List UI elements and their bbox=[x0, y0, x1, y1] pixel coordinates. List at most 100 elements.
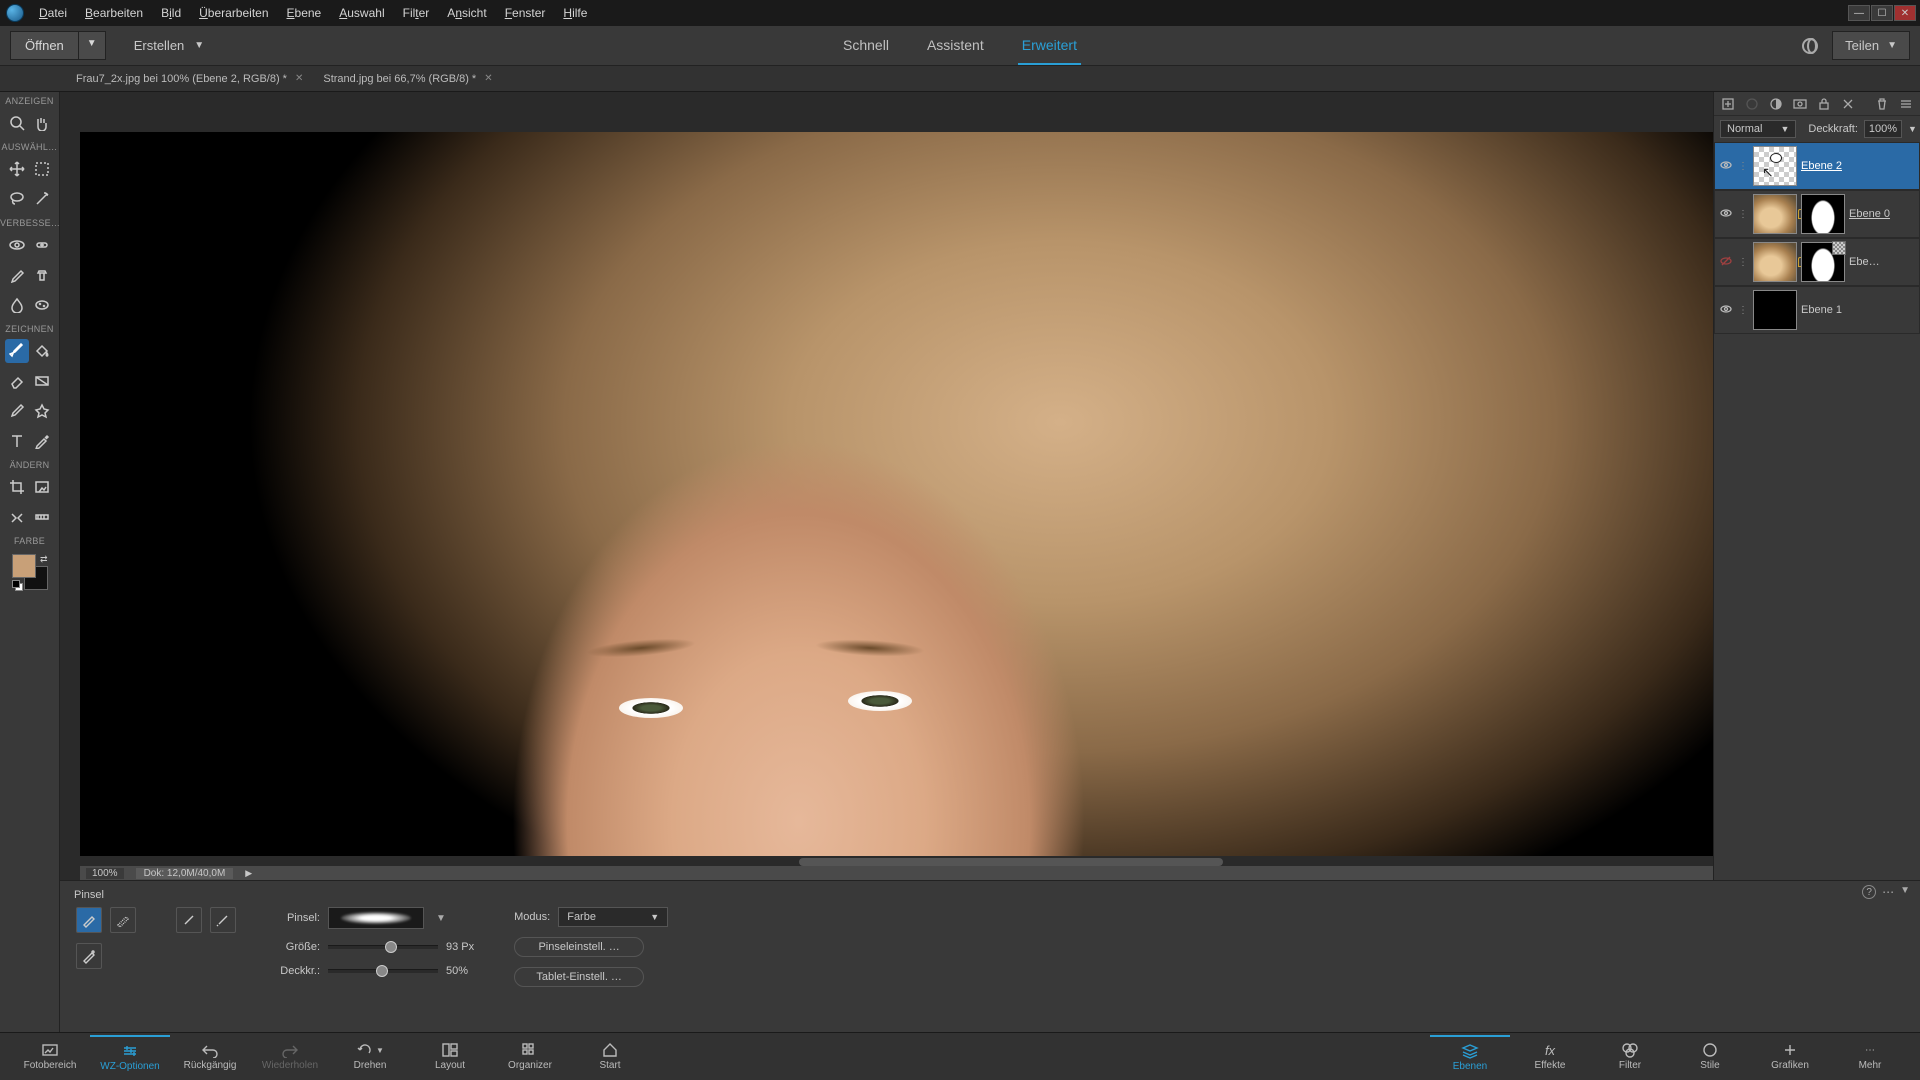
recompose-tool-icon[interactable] bbox=[30, 475, 54, 499]
globe-icon[interactable] bbox=[1802, 38, 1818, 54]
task-effekte[interactable]: fx Effekte bbox=[1510, 1035, 1590, 1079]
zoom-level[interactable]: 100% bbox=[86, 868, 124, 879]
brush-preview[interactable] bbox=[328, 907, 424, 929]
gradient-tool-icon[interactable] bbox=[30, 369, 54, 393]
window-maximize[interactable]: ☐ bbox=[1871, 5, 1893, 21]
layer-mask-thumbnail[interactable] bbox=[1801, 194, 1845, 234]
visibility-toggle-icon[interactable] bbox=[1719, 159, 1733, 174]
task-organizer[interactable]: Organizer bbox=[490, 1035, 570, 1079]
eyedropper-tool-icon[interactable] bbox=[30, 429, 54, 453]
layer-thumbnail[interactable] bbox=[1753, 242, 1797, 282]
size-value[interactable]: 93 Px bbox=[446, 941, 474, 953]
doc-tab-0[interactable]: Frau7_2x.jpg bei 100% (Ebene 2, RGB/8) *… bbox=[66, 68, 313, 90]
open-dropdown[interactable]: ▼ bbox=[79, 31, 106, 60]
layer-name[interactable]: Ebene 2 bbox=[1801, 160, 1915, 172]
task-grafiken[interactable]: Grafiken bbox=[1750, 1035, 1830, 1079]
move-tool-icon[interactable] bbox=[5, 157, 29, 181]
sponge-tool-icon[interactable] bbox=[30, 293, 54, 317]
tab-schnell[interactable]: Schnell bbox=[839, 27, 893, 65]
menu-bild[interactable]: Bild bbox=[152, 0, 190, 26]
shape-tool-icon[interactable] bbox=[30, 399, 54, 423]
clone-tool-icon[interactable] bbox=[30, 263, 54, 287]
close-tab-icon[interactable]: ✕ bbox=[484, 73, 492, 84]
window-close[interactable]: ✕ bbox=[1894, 5, 1916, 21]
layer-name[interactable]: Ebene 1 bbox=[1801, 304, 1915, 316]
link-icon[interactable]: ⋮ bbox=[1737, 161, 1749, 172]
paint-mode-select[interactable]: Farbe▼ bbox=[558, 907, 668, 927]
tablet-settings-button[interactable]: Tablet-Einstell. … bbox=[514, 967, 644, 987]
blur-tool-icon[interactable] bbox=[5, 293, 29, 317]
eraser-tool-icon[interactable] bbox=[5, 369, 29, 393]
tab-assistent[interactable]: Assistent bbox=[923, 27, 988, 65]
canvas[interactable] bbox=[80, 132, 1713, 858]
layer-mask-thumbnail[interactable] bbox=[1801, 242, 1845, 282]
opacity-dropdown-icon[interactable]: ▼ bbox=[1908, 124, 1917, 134]
pencil-tool-icon[interactable] bbox=[5, 399, 29, 423]
options-menu-icon[interactable]: ⋯ bbox=[1882, 885, 1894, 899]
lasso-tool-icon[interactable] bbox=[5, 187, 29, 211]
opacity-slider[interactable] bbox=[328, 969, 438, 973]
fx-icon[interactable] bbox=[1840, 97, 1856, 111]
task-wzoptionen[interactable]: WZ-Optionen bbox=[90, 1035, 170, 1079]
blend-mode-select[interactable]: Normal▼ bbox=[1720, 120, 1796, 138]
menu-ebene[interactable]: Ebene bbox=[278, 0, 331, 26]
menu-ueberarbeiten[interactable]: Überarbeiten bbox=[190, 0, 277, 26]
doc-tab-1[interactable]: Strand.jpg bei 66,7% (RGB/8) * ✕ bbox=[313, 68, 502, 90]
brush-impressionist-icon[interactable] bbox=[110, 907, 136, 933]
straighten-tool-icon[interactable] bbox=[30, 505, 54, 529]
collapse-options-icon[interactable]: ▼ bbox=[1900, 885, 1910, 899]
layer-row-1[interactable]: ⋮ Ebene 0 bbox=[1714, 190, 1920, 238]
link-icon[interactable]: ⋮ bbox=[1737, 305, 1749, 316]
task-fotobereich[interactable]: Fotobereich bbox=[10, 1035, 90, 1079]
brush-settings-button[interactable]: Pinseleinstell. … bbox=[514, 937, 644, 957]
layer-thumbnail[interactable] bbox=[1753, 290, 1797, 330]
visibility-toggle-icon[interactable] bbox=[1719, 303, 1733, 318]
brush-normal-icon[interactable] bbox=[76, 907, 102, 933]
task-stile[interactable]: Stile bbox=[1670, 1035, 1750, 1079]
brush-picker-dropdown-icon[interactable]: ▼ bbox=[436, 913, 446, 924]
brush-airbrush-icon[interactable] bbox=[210, 907, 236, 933]
tab-erweitert[interactable]: Erweitert bbox=[1018, 27, 1081, 65]
delete-layer-icon[interactable] bbox=[1874, 97, 1890, 111]
menu-filter[interactable]: Filter bbox=[394, 0, 439, 26]
create-button[interactable]: Erstellen bbox=[134, 38, 185, 53]
marquee-tool-icon[interactable] bbox=[30, 157, 54, 181]
task-filter[interactable]: Filter bbox=[1590, 1035, 1670, 1079]
close-tab-icon[interactable]: ✕ bbox=[295, 73, 303, 84]
visibility-toggle-icon[interactable] bbox=[1719, 207, 1733, 222]
task-ebenen[interactable]: Ebenen bbox=[1430, 1035, 1510, 1079]
task-wiederholen[interactable]: Wiederholen bbox=[250, 1035, 330, 1079]
link-icon[interactable]: ⋮ bbox=[1737, 257, 1749, 268]
share-button[interactable]: Teilen ▼ bbox=[1832, 31, 1910, 60]
swap-colors-icon[interactable]: ⇄ bbox=[40, 554, 48, 565]
brush-color-replace-icon[interactable] bbox=[76, 943, 102, 969]
window-minimize[interactable]: — bbox=[1848, 5, 1870, 21]
wand-tool-icon[interactable] bbox=[30, 187, 54, 211]
layer-thumbnail[interactable] bbox=[1753, 146, 1797, 186]
size-slider[interactable] bbox=[328, 945, 438, 949]
help-icon[interactable]: ? bbox=[1862, 885, 1876, 899]
task-layout[interactable]: Layout bbox=[410, 1035, 490, 1079]
layer-name[interactable]: Ebene 0 bbox=[1849, 208, 1915, 220]
open-button[interactable]: Öffnen bbox=[10, 31, 79, 60]
bucket-tool-icon[interactable] bbox=[30, 339, 54, 363]
brush-tool-icon[interactable] bbox=[5, 339, 29, 363]
task-rueckgaengig[interactable]: Rückgängig bbox=[170, 1035, 250, 1079]
hand-tool-icon[interactable] bbox=[30, 111, 54, 135]
zoom-tool-icon[interactable] bbox=[5, 111, 29, 135]
create-dropdown[interactable]: ▼ bbox=[194, 40, 204, 51]
crop-tool-icon[interactable] bbox=[5, 475, 29, 499]
task-start[interactable]: Start bbox=[570, 1035, 650, 1079]
link-icon[interactable]: ⋮ bbox=[1737, 209, 1749, 220]
adjustment-layer-icon[interactable] bbox=[1768, 97, 1784, 111]
layer-name[interactable]: Ebe… bbox=[1849, 256, 1915, 268]
panel-menu-icon[interactable] bbox=[1898, 97, 1914, 111]
task-drehen[interactable]: ▼ Drehen bbox=[330, 1035, 410, 1079]
redeye-tool-icon[interactable] bbox=[5, 233, 29, 257]
new-layer-icon[interactable] bbox=[1720, 97, 1736, 111]
layer-mask-icon[interactable] bbox=[1792, 97, 1808, 111]
menu-ansicht[interactable]: Ansicht bbox=[438, 0, 495, 26]
smart-brush-tool-icon[interactable] bbox=[5, 263, 29, 287]
menu-hilfe[interactable]: Hilfe bbox=[554, 0, 596, 26]
lock-layer-icon[interactable] bbox=[1816, 97, 1832, 111]
